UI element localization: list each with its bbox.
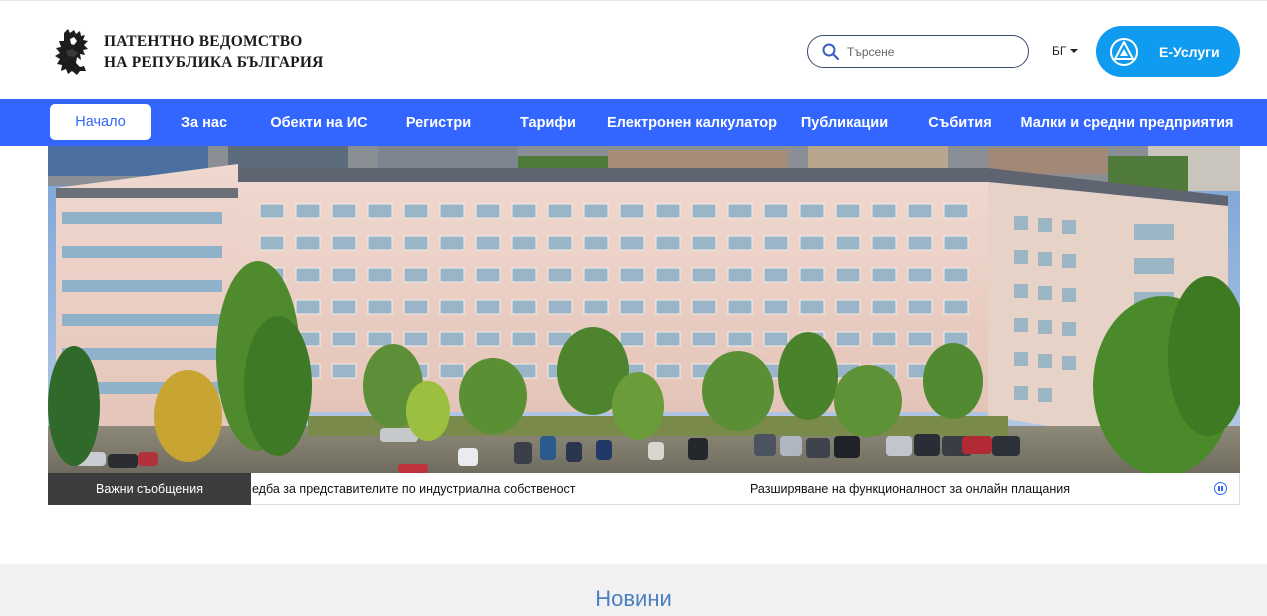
news-section: Новини — [0, 564, 1267, 616]
eservices-button[interactable]: Е-Услуги — [1096, 26, 1240, 77]
caret-down-icon — [1070, 49, 1079, 53]
search-input[interactable] — [847, 44, 1007, 59]
ticker-item[interactable]: Разширяване на функционалност за онлайн … — [750, 482, 1070, 496]
nav-item-events[interactable]: Събития — [920, 99, 1000, 146]
logo-title: ПАТЕНТНО ВЕДОМСТВО НА РЕПУБЛИКА БЪЛГАРИЯ — [104, 31, 324, 73]
logo-line-1: ПАТЕНТНО ВЕДОМСТВО — [104, 33, 303, 50]
nav-item-home[interactable]: Начало — [50, 104, 151, 140]
site-header: ПАТЕНТНО ВЕДОМСТВО НА РЕПУБЛИКА БЪЛГАРИЯ… — [0, 0, 1267, 99]
language-label: БГ — [1052, 44, 1067, 58]
office-building-photo — [48, 146, 1240, 473]
nav-item-publications[interactable]: Публикации — [795, 99, 894, 146]
main-navigation: Начало За нас Обекти на ИС Регистри Тари… — [0, 99, 1267, 146]
nav-item-calculator[interactable]: Електронен калкулатор — [600, 99, 784, 146]
search-box[interactable] — [807, 35, 1029, 68]
logo-line-2: НА РЕПУБЛИКА БЪЛГАРИЯ — [104, 54, 324, 71]
pause-icon[interactable] — [1214, 482, 1227, 495]
announcements-ticker: Важни съобщения едба за представителите … — [48, 473, 1240, 505]
hero-image — [48, 146, 1240, 473]
search-icon — [822, 43, 839, 60]
eservices-logo-icon — [1110, 37, 1138, 66]
nav-item-registers[interactable]: Регистри — [395, 99, 482, 146]
site-logo[interactable]: ПАТЕНТНО ВЕДОМСТВО НА РЕПУБЛИКА БЪЛГАРИЯ — [50, 27, 324, 77]
news-section-title: Новини — [595, 586, 672, 611]
ticker-item[interactable]: едба за представителите по индустриална … — [252, 482, 576, 496]
nav-item-fees[interactable]: Тарифи — [512, 99, 584, 146]
nav-item-sme[interactable]: Малки и средни предприятия — [1016, 99, 1238, 146]
nav-item-ip-objects[interactable]: Обекти на ИС — [262, 99, 376, 146]
nav-item-about[interactable]: За нас — [168, 99, 240, 146]
language-selector[interactable]: БГ — [1052, 44, 1079, 58]
eservices-label: Е-Услуги — [1159, 43, 1220, 60]
lion-emblem-icon — [55, 29, 88, 75]
ticker-label: Важни съобщения — [48, 473, 251, 505]
